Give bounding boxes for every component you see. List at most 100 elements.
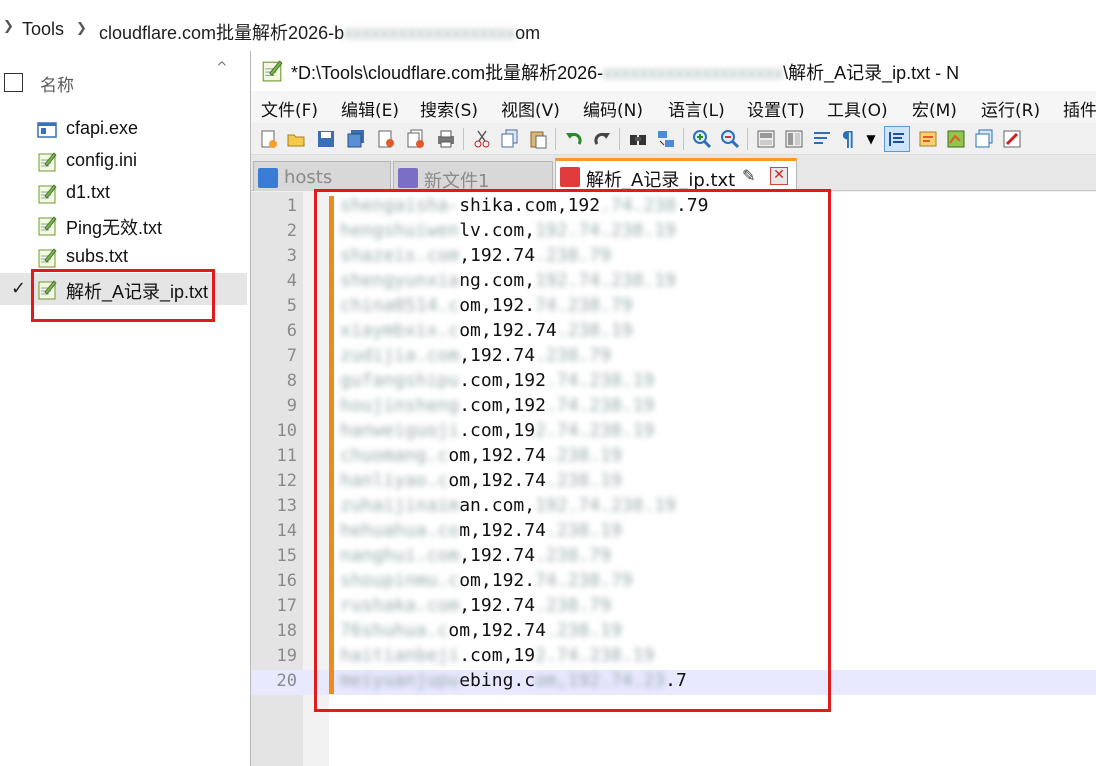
menu-language[interactable]: 语言(L) [668,96,725,121]
menu-edit[interactable]: 编辑(E) [341,96,399,121]
window-title-bar[interactable]: *D:\Tools\cloudflare.com批量解析2026-xxxxxxx… [251,51,1096,91]
notepadpp-file-icon [38,152,57,172]
redo-icon[interactable] [589,126,615,152]
close-icon[interactable]: ✕ [770,167,788,185]
select-all-checkbox[interactable] [4,73,23,92]
function-list-icon[interactable] [971,126,997,152]
breadcrumb-folder-tail: om [515,23,541,43]
folder-workspace-icon[interactable] [999,126,1025,152]
user-language-icon[interactable] [915,126,941,152]
menu-encoding[interactable]: 编码(N) [583,96,643,121]
tab-new-file-1[interactable]: 新文件1 [393,161,553,192]
word-wrap-icon[interactable] [809,126,835,152]
line-number: 8 [286,371,297,391]
menu-settings[interactable]: 设置(T) [747,96,805,121]
breadcrumb-separator-icon[interactable]: ❯ [76,21,87,36]
line-number: 4 [286,271,297,291]
breadcrumb-segment-tools[interactable]: Tools [22,19,64,40]
menu-search[interactable]: 搜索(S) [420,96,478,121]
save-icon[interactable] [313,126,339,152]
line-number: 6 [286,321,297,341]
redacted-text: xxxxxxxxxxxxxxxxxxx [344,23,516,43]
file-name: Ping无效.txt [66,218,163,238]
line-number: 15 [276,546,297,566]
menu-view[interactable]: 视图(V) [501,96,560,121]
file-row[interactable]: cfapi.exe [0,113,247,145]
file-name: cfapi.exe [66,118,139,138]
line-number: 9 [286,396,297,416]
line-number: 10 [276,421,297,441]
toolbar-separator [463,128,464,150]
line-number: 19 [276,646,297,666]
close-file-icon[interactable] [373,126,399,152]
line-number: 12 [276,471,297,491]
menu-macro[interactable]: 宏(M) [912,96,957,121]
line-number: 20 [276,671,297,691]
column-header-name[interactable]: 名称 [40,71,74,96]
line-number: 1 [286,196,297,216]
file-name: subs.txt [66,246,129,266]
new-file-icon[interactable] [255,126,281,152]
breadcrumb-segment-folder[interactable]: cloudflare.com批量解析2026-bxxxxxxxxxxxxxxxx… [99,19,540,45]
line-number: 5 [286,296,297,316]
line-number: 7 [286,346,297,366]
menu-run[interactable]: 运行(R) [981,96,1040,121]
redacted-text: xxxxxxxxxxxxxxxxxxxx [603,63,784,83]
paste-icon[interactable] [525,126,551,152]
notepadpp-app-icon [262,60,283,82]
row-checkbox-checked[interactable]: ✓ [11,280,31,300]
toolbar: ¶ ▼ [251,123,1096,155]
notepadpp-file-icon [38,184,57,204]
window-title: *D:\Tools\cloudflare.com批量解析2026-xxxxxxx… [291,59,959,85]
unsaved-file-icon [560,167,580,187]
highlight-box-content [314,189,831,712]
cut-icon[interactable] [469,126,495,152]
menu-bar: 文件(F) 编辑(E) 搜索(S) 视图(V) 编码(N) 语言(L) 设置(T… [251,91,1096,123]
menu-tools[interactable]: 工具(O) [827,96,888,121]
menu-plugins[interactable]: 插件 [1063,96,1096,121]
address-breadcrumb[interactable]: ❯ Tools ❯ cloudflare.com批量解析2026-bxxxxxx… [0,0,1096,56]
zoom-in-icon[interactable] [689,126,715,152]
tab-hosts[interactable]: hosts [253,161,391,191]
file-row[interactable]: config.ini [0,145,247,177]
open-file-icon[interactable] [283,126,309,152]
title-path-suffix: \解析_A记录_ip.txt - N [783,63,960,83]
print-icon[interactable] [433,126,459,152]
undo-icon[interactable] [561,126,587,152]
tab-label: hosts [284,167,333,188]
line-number: 3 [286,246,297,266]
find-icon[interactable] [625,126,651,152]
file-name: config.ini [66,150,138,170]
file-row[interactable]: Ping无效.txt [0,209,247,241]
copy-icon[interactable] [497,126,523,152]
close-all-icon[interactable] [403,126,429,152]
line-number: 11 [276,446,297,466]
document-map-icon[interactable] [943,126,969,152]
line-number: 13 [276,496,297,516]
notepadpp-file-icon [38,216,57,236]
toolbar-separator [555,128,556,150]
pin-icon[interactable]: ✎ [742,166,755,185]
sort-ascending-icon[interactable]: ^ [216,60,228,76]
dropdown-arrow-icon[interactable]: ▼ [858,126,884,152]
notepadpp-file-icon [38,248,57,268]
sync-horizontal-icon[interactable] [781,126,807,152]
zoom-out-icon[interactable] [717,126,743,152]
line-number: 16 [276,571,297,591]
line-number: 18 [276,621,297,641]
toolbar-separator [747,128,748,150]
saved-file-icon [258,168,278,188]
save-all-icon[interactable] [343,126,369,152]
line-number: 17 [276,596,297,616]
saved-file-icon [398,168,418,188]
replace-icon[interactable] [653,126,679,152]
breadcrumb-chevron-icon[interactable]: ❯ [3,19,14,34]
highlight-box-file [31,269,215,322]
toolbar-separator [619,128,620,150]
indent-guide-icon[interactable] [884,126,910,152]
menu-file[interactable]: 文件(F) [261,96,318,121]
file-name: d1.txt [66,182,111,202]
tab-active-file[interactable]: 解析_A记录_ip.txt ✎ ✕ [555,158,797,191]
sync-vertical-icon[interactable] [753,126,779,152]
file-row[interactable]: d1.txt [0,177,247,209]
